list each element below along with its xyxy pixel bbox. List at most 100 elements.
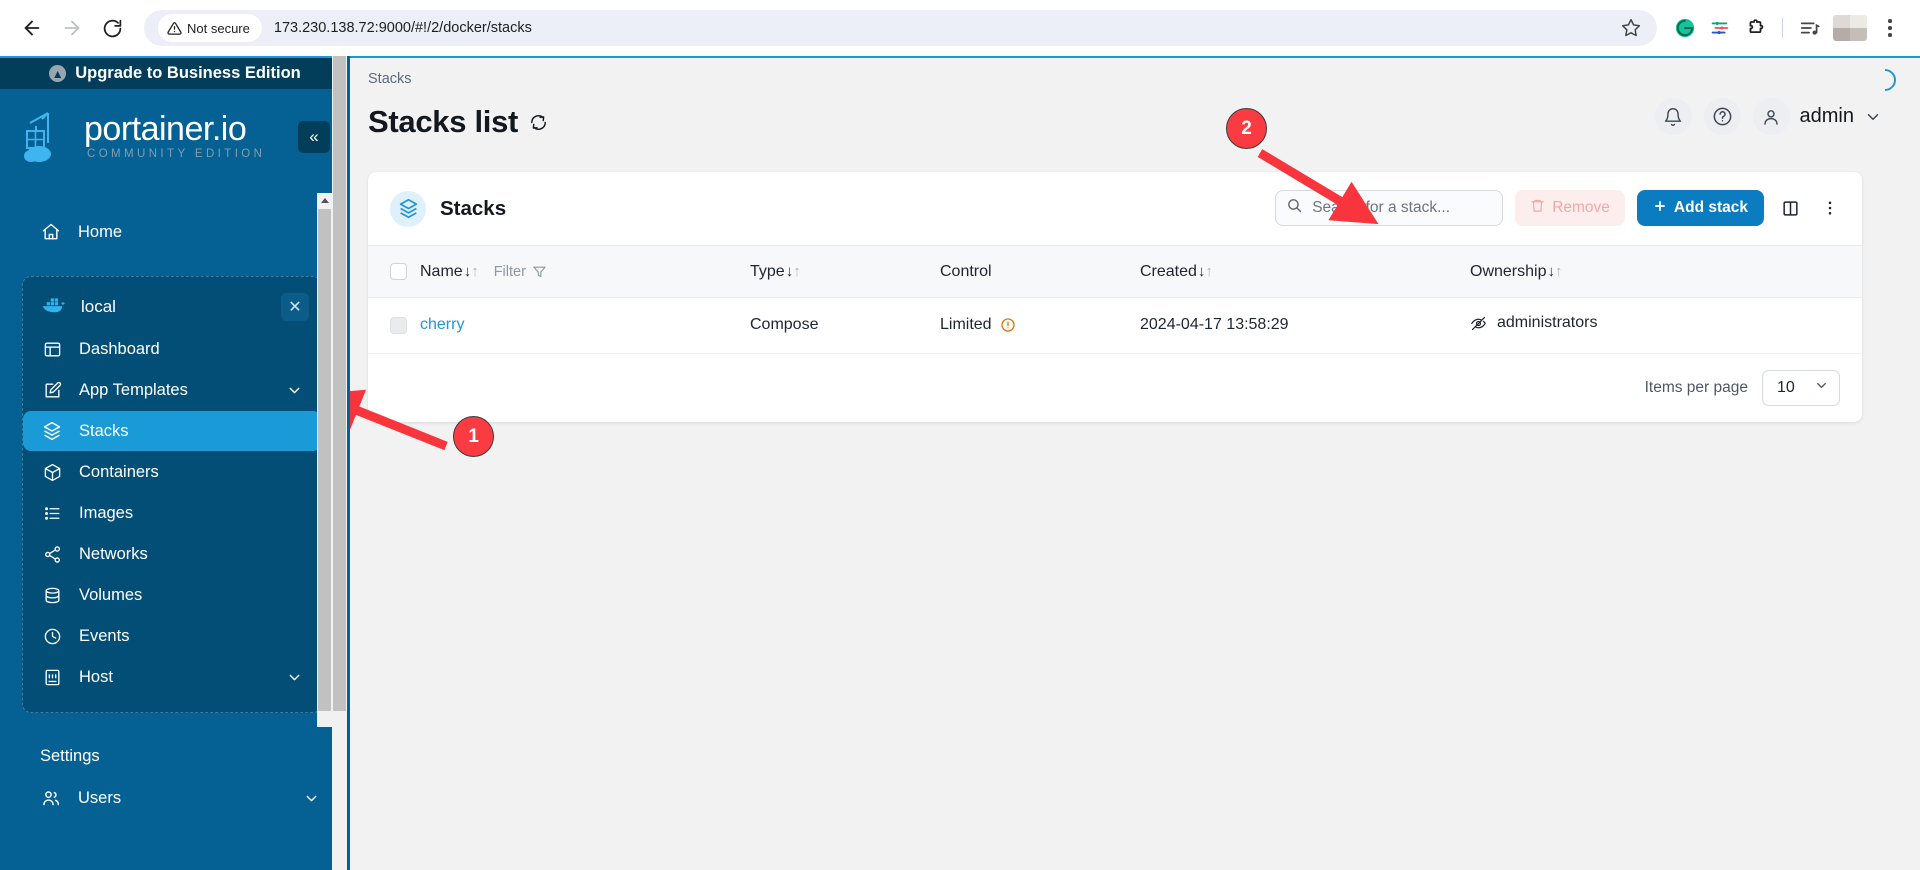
edit-template-icon [41,379,63,401]
sidebar-item-label: Containers [79,462,159,481]
table-row[interactable]: cherry Compose Limited 2024-04-17 13:58:… [368,297,1862,354]
security-indicator[interactable]: Not secure [158,14,262,42]
settings-section-title: Settings [40,747,100,765]
row-select-cell [368,297,420,354]
extensions-area [1661,12,1906,44]
sidebar-item-label: Stacks [79,421,129,440]
annotation-marker-1: 1 [453,416,494,457]
puzzle-extension-icon[interactable] [1739,12,1771,44]
sidebar-item-networks[interactable]: Networks [23,534,321,574]
app-shell: ▲ Upgrade to Business Edition portainer.… [0,56,1920,870]
column-header-ownership[interactable]: Ownership ↓ ↑ [1470,245,1862,298]
refresh-icon[interactable] [529,113,548,132]
column-header-name[interactable]: Name ↓ ↑ Filter [420,245,750,298]
sort-arrows-icon: ↓ ↑ [463,263,479,280]
sort-arrows-icon: ↓ ↑ [1547,263,1563,280]
column-label: Control [940,262,992,280]
kebab-menu-icon[interactable] [1874,12,1906,44]
home-icon [40,221,62,243]
playlist-icon[interactable] [1794,12,1826,44]
stacks-icon [41,420,63,442]
trash-icon [1530,198,1545,218]
sidebar-item-images[interactable]: Images [23,493,321,533]
chevron-down-icon [303,790,320,807]
brand-row: portainer.io COMMUNITY EDITION « [0,89,350,184]
sidebar-item-containers[interactable]: Containers [23,452,321,492]
sidebar-item-volumes[interactable]: Volumes [23,575,321,615]
upgrade-banner[interactable]: ▲ Upgrade to Business Edition [0,56,350,89]
address-bar[interactable]: Not secure 173.230.138.72:9000/#!/2/dock… [144,10,1657,46]
table-header-row: Name ↓ ↑ Filter Type ↓ ↑ Control Created… [368,245,1862,298]
grammarly-icon[interactable] [1669,12,1701,44]
card-header: Stacks Search for a stack... Remove Add … [368,172,1862,245]
annotation-marker-2: 2 [1226,108,1267,149]
volumes-database-icon [41,584,63,606]
cell-name: cherry [420,297,750,354]
close-icon[interactable]: ✕ [281,293,309,321]
profile-avatar[interactable] [1833,15,1867,41]
funnel-icon [533,266,546,278]
host-server-icon [41,666,63,688]
forward-arrow-icon[interactable] [54,10,90,46]
container-box-icon [41,461,63,483]
column-header-type[interactable]: Type ↓ ↑ [750,245,940,298]
name-filter[interactable]: Filter [494,264,547,280]
column-label: Name [420,262,463,280]
scrollbar-thumb[interactable] [318,209,331,711]
remove-button[interactable]: Remove [1515,190,1625,226]
kebab-menu-icon[interactable] [1816,193,1844,223]
stacks-table: Name ↓ ↑ Filter Type ↓ ↑ Control Created… [368,245,1862,354]
sidebar-item-host[interactable]: Host [23,657,321,697]
header-actions: admin [1654,98,1882,135]
sidebar-inner-scrollbar[interactable] [317,193,332,727]
security-label: Not secure [187,20,250,36]
row-checkbox[interactable] [390,316,407,334]
filter-extension-icon[interactable] [1704,12,1736,44]
scroll-up-arrow-icon[interactable] [317,193,332,208]
cell-ownership: administrators [1470,297,1862,354]
items-per-page-value: 10 [1777,378,1795,396]
sidebar-item-label: Home [78,222,123,241]
sidebar-item-label: Host [79,667,113,686]
sidebar-item-users[interactable]: Users [22,778,338,818]
url-text[interactable]: 173.230.138.72:9000/#!/2/docker/stacks [270,20,1607,36]
chevron-down-icon[interactable] [1864,108,1882,126]
columns-layout-icon[interactable] [1776,193,1804,223]
chevron-down-icon [286,669,303,686]
star-icon[interactable] [1615,12,1647,44]
sidebar-item-dashboard[interactable]: Dashboard [23,329,321,369]
stack-name-link[interactable]: cherry [420,316,464,333]
help-circle-icon[interactable] [1703,98,1741,135]
docker-whale-icon [41,295,67,319]
user-menu[interactable]: admin [1752,98,1882,135]
select-all-checkbox[interactable] [390,263,407,280]
brand-text: portainer.io COMMUNITY EDITION [84,112,265,160]
items-per-page-select[interactable]: 10 [1762,369,1840,406]
sidebar-item-home[interactable]: Home [22,212,338,252]
column-header-control[interactable]: Control [940,245,1140,298]
search-input[interactable]: Search for a stack... [1275,190,1504,226]
sidebar-item-events[interactable]: Events [23,616,321,656]
sidebar-item-app-templates[interactable]: App Templates [23,370,321,410]
collapse-sidebar-button[interactable]: « [298,121,330,153]
control-label: Limited [940,316,992,334]
users-icon [40,787,62,809]
upgrade-arrow-icon: ▲ [49,65,67,82]
scrollbar-thumb[interactable] [333,56,346,711]
bell-icon[interactable] [1654,98,1692,135]
main-content: Stacks Stacks list admin Stacks Search f… [350,56,1920,870]
column-header-created[interactable]: Created ↓ ↑ [1140,245,1470,298]
page-title: Stacks list [368,104,519,139]
reload-icon[interactable] [94,10,130,46]
toolbar-divider [1782,18,1783,38]
back-arrow-icon[interactable] [14,10,50,46]
page-scrollbar[interactable] [332,56,347,870]
user-avatar-icon[interactable] [1752,98,1790,135]
sidebar: ▲ Upgrade to Business Edition portainer.… [0,56,350,870]
card-actions: Search for a stack... Remove Add stack [1275,190,1844,226]
add-stack-button[interactable]: Add stack [1636,190,1764,226]
environment-header[interactable]: local ✕ [23,286,321,328]
breadcrumb[interactable]: Stacks [350,58,1920,87]
remove-label: Remove [1552,199,1610,216]
sidebar-item-stacks[interactable]: Stacks [23,411,321,451]
